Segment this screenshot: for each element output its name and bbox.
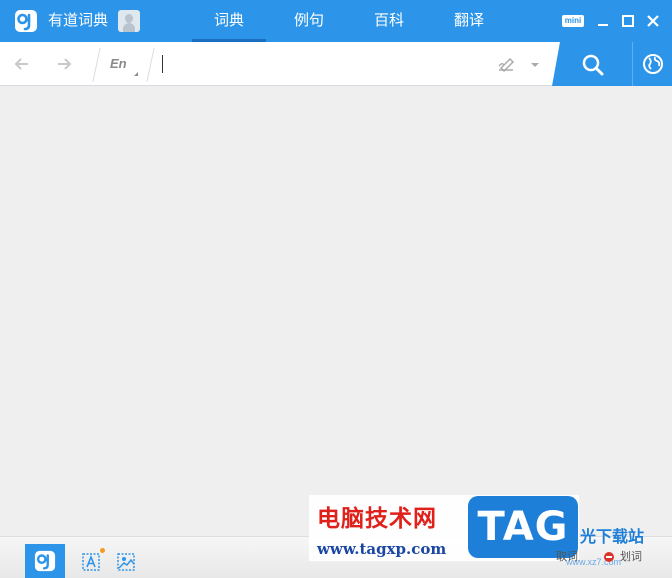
youdao-logo-icon: [15, 10, 37, 32]
search-button[interactable]: [552, 42, 632, 86]
minimize-icon[interactable]: [592, 10, 614, 32]
tab-label: 翻译: [453, 12, 484, 29]
tab-label: 百科: [373, 12, 404, 29]
close-icon[interactable]: [642, 10, 664, 32]
handwriting-icon[interactable]: [497, 55, 517, 73]
home-button[interactable]: [25, 544, 65, 578]
title-bar: 有道词典 词典 例句 百科 翻译 mini: [0, 0, 672, 42]
forward-arrow-icon[interactable]: [54, 54, 74, 74]
divider: [92, 48, 101, 82]
app-title: 有道词典: [48, 12, 109, 29]
main-content-area: [0, 86, 672, 536]
online-translate-button[interactable]: [632, 42, 672, 86]
notification-dot: [100, 548, 105, 553]
search-input[interactable]: [158, 52, 478, 76]
language-selector[interactable]: En: [110, 56, 127, 71]
tab-dictionary[interactable]: 词典: [192, 0, 266, 42]
text-cursor: [162, 55, 163, 73]
mini-mode-button[interactable]: mini: [562, 15, 584, 27]
tab-examples[interactable]: 例句: [272, 0, 346, 42]
search-icon: [582, 54, 604, 76]
stop-icon[interactable]: [604, 552, 614, 562]
tab-label: 例句: [293, 12, 324, 29]
youdao-logo-icon: [34, 550, 56, 572]
watermark-url: www.tagxp.com: [317, 540, 447, 558]
watermark-site: 光下载站: [580, 529, 645, 546]
avatar-icon[interactable]: [118, 10, 140, 32]
tab-translate[interactable]: 翻译: [432, 0, 506, 42]
handwriting-dropdown-icon[interactable]: [531, 63, 539, 67]
word-select-label[interactable]: 划词: [620, 548, 642, 564]
divider: [146, 48, 155, 82]
capture-word-label[interactable]: 取词: [556, 548, 578, 564]
maximize-icon[interactable]: [617, 10, 639, 32]
language-dropdown-icon: [134, 72, 138, 76]
globe-icon: [643, 54, 663, 74]
back-arrow-icon[interactable]: [12, 54, 32, 74]
tab-label: 词典: [213, 12, 244, 29]
tab-encyclopedia[interactable]: 百科: [352, 0, 426, 42]
text-icon[interactable]: [81, 551, 103, 573]
image-icon[interactable]: [116, 551, 138, 573]
watermark-title: 电脑技术网: [317, 505, 437, 532]
